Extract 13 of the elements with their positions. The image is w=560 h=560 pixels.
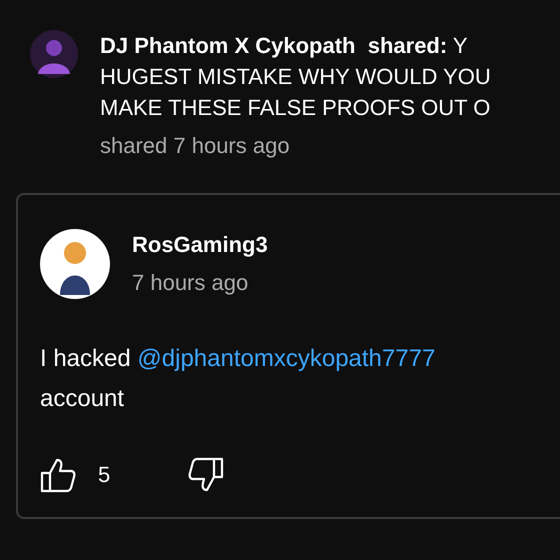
dislike-button[interactable] bbox=[188, 457, 224, 493]
comment-text: I hacked @djphantomxcykopath7777 account bbox=[40, 344, 436, 414]
share-time: shared 7 hours ago bbox=[100, 133, 291, 159]
avatar-icon bbox=[30, 30, 78, 78]
comment-time: 7 hours ago bbox=[132, 270, 250, 296]
thumbs-up-icon bbox=[40, 457, 76, 493]
mention-link[interactable]: @djphantomxcykopath7777 bbox=[137, 345, 436, 372]
like-count: 5 bbox=[98, 462, 112, 488]
comment-author[interactable]: RosGaming3 bbox=[132, 232, 268, 258]
thumbs-down-icon bbox=[188, 457, 224, 493]
like-button[interactable] bbox=[40, 457, 76, 493]
avatar-icon bbox=[40, 229, 110, 299]
share-message: DJ Phantom X Cykopath shared: Y HUGEST MISTAKE WHY WOULD YOU MAKE THESE FALSE PROOFS OUT O bbox=[100, 32, 491, 122]
